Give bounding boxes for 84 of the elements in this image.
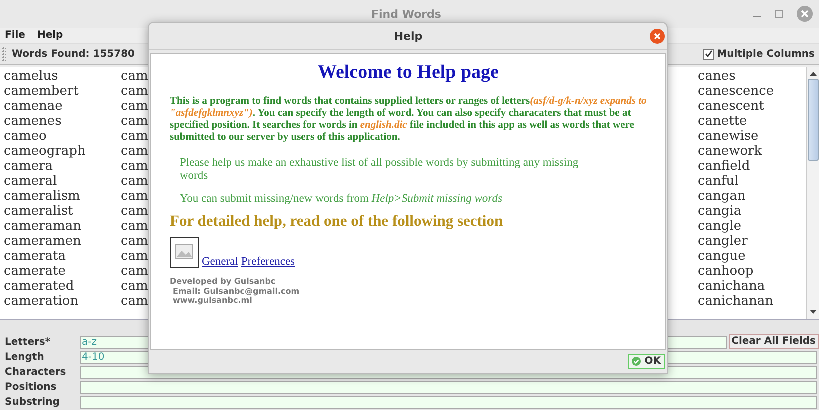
word-item[interactable]: cangue [698,249,746,264]
scrollbar[interactable] [806,67,819,319]
help-link[interactable]: General [202,256,238,268]
word-item[interactable]: cangia [698,204,742,219]
word-item[interactable]: canescent [698,99,764,114]
word-item[interactable]: camera [4,159,54,174]
credit-line: Developed by Gulsanbc [170,277,276,286]
word-item[interactable]: cam [121,279,148,294]
word-item[interactable]: canes [698,69,736,84]
word-item[interactable]: camerate [4,264,66,279]
word-item[interactable]: canhoop [698,264,754,279]
word-count: Words Found: 155780 [12,48,135,60]
close-icon[interactable] [797,6,813,22]
maximize-icon[interactable] [775,10,783,18]
intro-paragraph: This is a program to find words that contains supplied letters or ranges of letters(asf/d-g/k-n/xyz expands to "asfdefgklmnxyz"). You can specify the length of word. You can also specify characaters that must be at specified position. It searches for words in english.dic file included in this app as well as words that were submitted to our server by users of this application. [170,96,647,144]
help-heading: Welcome to Help page [317,62,500,84]
section-heading: For detailed help, read one of the following section [170,213,504,231]
word-item[interactable]: cameral [4,174,58,189]
help-link[interactable]: Preferences [241,256,296,268]
word-item[interactable]: cam [121,204,148,219]
field-label: Positions [4,381,58,394]
word-item[interactable]: cam [121,69,148,84]
input-field[interactable] [80,396,817,409]
word-item[interactable]: camembert [4,84,79,99]
word-item[interactable]: cam [121,234,148,249]
field-label: Substring [4,396,61,409]
word-item[interactable]: camerata [4,249,66,264]
word-item[interactable]: camerated [4,279,74,294]
word-item[interactable]: cam [121,144,148,159]
word-item[interactable]: camenae [4,99,63,114]
checkbox[interactable] [703,48,714,60]
toolbar-grip[interactable] [2,47,6,61]
word-item[interactable]: canichanan [698,294,774,309]
word-item[interactable]: cam [121,159,148,174]
word-item[interactable]: canewise [698,129,759,144]
word-item[interactable]: cangan [698,189,746,204]
checkbox-label[interactable]: Multiple Columns [717,48,815,60]
word-item[interactable]: cam [121,114,148,129]
clear-button[interactable]: Clear All Fields [728,334,819,349]
word-item[interactable]: cameraman [4,219,82,234]
note-paragraph: Please help us make an exhaustive list of all possible words by submitting any missing words [180,157,580,182]
scroll-down-icon[interactable] [810,309,816,315]
word-item[interactable]: canichana [698,279,766,294]
word-item[interactable]: cam [121,249,148,264]
image-icon [170,237,199,268]
word-item[interactable]: cam [121,264,148,279]
word-item[interactable]: cam [121,174,148,189]
word-item[interactable]: cam [121,99,148,114]
word-item[interactable]: cameration [4,294,79,309]
word-item[interactable]: cam [121,129,148,144]
word-item[interactable]: canescence [698,84,774,99]
menu-item[interactable]: Help [36,30,64,41]
word-item[interactable]: cangler [698,234,748,249]
word-item[interactable]: camenes [4,114,62,129]
field-label: Letters* [4,336,52,349]
word-item[interactable]: camelus [4,69,58,84]
dialog-title: Help [393,30,424,42]
credit-line: www.gulsanbc.ml [173,296,252,306]
word-item[interactable]: cam [121,84,148,99]
scroll-thumb[interactable] [808,79,818,161]
word-item[interactable]: cam [121,294,148,309]
input-field[interactable] [80,381,817,394]
check-icon [632,357,641,366]
word-item[interactable]: cam [121,189,148,204]
credit-line: Email: Gulsanbc@gmail.com [173,286,300,296]
word-item[interactable]: cameralist [4,204,74,219]
word-item[interactable]: cangle [698,219,742,234]
word-item[interactable]: cameograph [4,144,86,159]
word-item[interactable]: canfield [698,159,750,174]
word-item[interactable]: cameramen [4,234,82,249]
word-item[interactable]: canful [698,174,739,189]
word-item[interactable]: cameo [4,129,47,144]
word-item[interactable]: cameralism [4,189,80,204]
scroll-up-icon[interactable] [810,71,816,77]
menu-item[interactable]: File [4,30,26,41]
close-icon[interactable] [650,28,665,44]
ok-button[interactable]: OK [628,354,665,369]
word-item[interactable]: cam [121,219,148,234]
window-title: Find Words [370,8,442,20]
field-label: Characters [4,366,68,379]
word-item[interactable]: canework [698,144,762,159]
word-item[interactable]: canette [698,114,748,129]
submit-note: You can submit missing/new words from Help>Submit missing words [180,193,504,205]
field-label: Length [4,351,46,364]
